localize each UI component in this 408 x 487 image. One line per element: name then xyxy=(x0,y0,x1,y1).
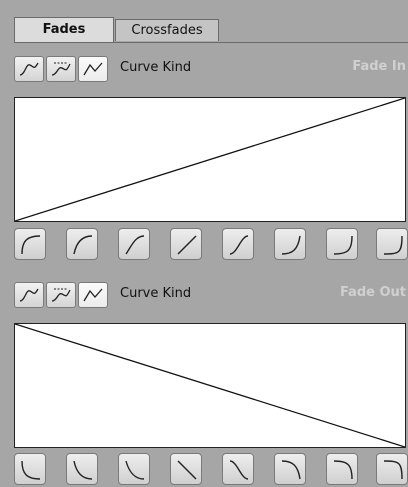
fade-in-preset-4-button[interactable] xyxy=(170,228,202,260)
fade-in-linear-kind-button[interactable] xyxy=(78,56,108,82)
preset-curve-4-icon xyxy=(177,460,197,480)
fade-in-preset-5-button[interactable] xyxy=(222,228,254,260)
fade-in-preset-2-button[interactable] xyxy=(66,228,98,260)
preset-curve-2-icon xyxy=(73,460,93,480)
fade-in-preset-3-button[interactable] xyxy=(118,228,150,260)
damped-spline-curve-icon xyxy=(51,62,71,76)
preset-curve-3-icon xyxy=(125,235,145,255)
fade-out-preset-1-button[interactable] xyxy=(14,453,46,485)
preset-curve-6-icon xyxy=(281,460,301,480)
preset-curve-7-icon xyxy=(333,460,353,480)
fade-out-curve-kind-row: Curve Kind Fade Out xyxy=(14,282,408,308)
preset-curve-6-icon xyxy=(281,235,301,255)
fade-in-title: Fade In xyxy=(352,59,406,74)
damped-spline-curve-icon xyxy=(51,288,71,302)
preset-curve-8-icon xyxy=(383,460,403,480)
preset-curve-8-icon xyxy=(383,235,403,255)
fade-in-curve-editor[interactable] xyxy=(14,97,406,222)
fade-out-spline-kind-button[interactable] xyxy=(14,282,44,308)
fade-out-preset-3-button[interactable] xyxy=(118,453,150,485)
fade-in-presets xyxy=(14,228,408,262)
preset-curve-2-icon xyxy=(73,235,93,255)
fade-out-preset-5-button[interactable] xyxy=(222,453,254,485)
preset-curve-1-icon xyxy=(21,460,41,480)
fade-in-damped-spline-kind-button[interactable] xyxy=(46,56,76,82)
fade-out-damped-spline-kind-button[interactable] xyxy=(46,282,76,308)
preset-curve-1-icon xyxy=(21,235,41,255)
fade-in-preset-7-button[interactable] xyxy=(326,228,358,260)
tab-crossfades[interactable]: Crossfades xyxy=(115,19,219,41)
tab-fades[interactable]: Fades xyxy=(14,17,114,43)
linear-curve-icon xyxy=(83,62,103,76)
fade-out-preset-7-button[interactable] xyxy=(326,453,358,485)
fade-in-preset-1-button[interactable] xyxy=(14,228,46,260)
spline-curve-icon xyxy=(19,62,39,76)
fade-out-preset-4-button[interactable] xyxy=(170,453,202,485)
preset-curve-5-icon xyxy=(229,235,249,255)
fade-in-curve-kind-label: Curve Kind xyxy=(120,60,192,75)
linear-curve-icon xyxy=(83,288,103,302)
preset-curve-5-icon xyxy=(229,460,249,480)
preset-curve-4-icon xyxy=(177,235,197,255)
tab-divider xyxy=(14,42,408,43)
spline-curve-icon xyxy=(19,288,39,302)
fade-in-curve-kind-row: Curve Kind Fade In xyxy=(14,56,408,82)
fade-out-title: Fade Out xyxy=(339,285,406,300)
fade-in-preset-8-button[interactable] xyxy=(376,228,408,260)
fade-in-spline-kind-button[interactable] xyxy=(14,56,44,82)
fade-out-curve xyxy=(15,324,405,447)
fade-in-curve xyxy=(15,98,405,221)
preset-curve-3-icon xyxy=(125,460,145,480)
preset-curve-7-icon xyxy=(333,235,353,255)
fade-out-curve-kind-label: Curve Kind xyxy=(120,286,192,301)
fade-out-preset-8-button[interactable] xyxy=(376,453,408,485)
fade-out-preset-6-button[interactable] xyxy=(274,453,306,485)
fade-out-curve-editor[interactable] xyxy=(14,323,406,448)
fade-out-linear-kind-button[interactable] xyxy=(78,282,108,308)
fade-out-preset-2-button[interactable] xyxy=(66,453,98,485)
fade-out-presets xyxy=(14,453,408,487)
fade-in-preset-6-button[interactable] xyxy=(274,228,306,260)
